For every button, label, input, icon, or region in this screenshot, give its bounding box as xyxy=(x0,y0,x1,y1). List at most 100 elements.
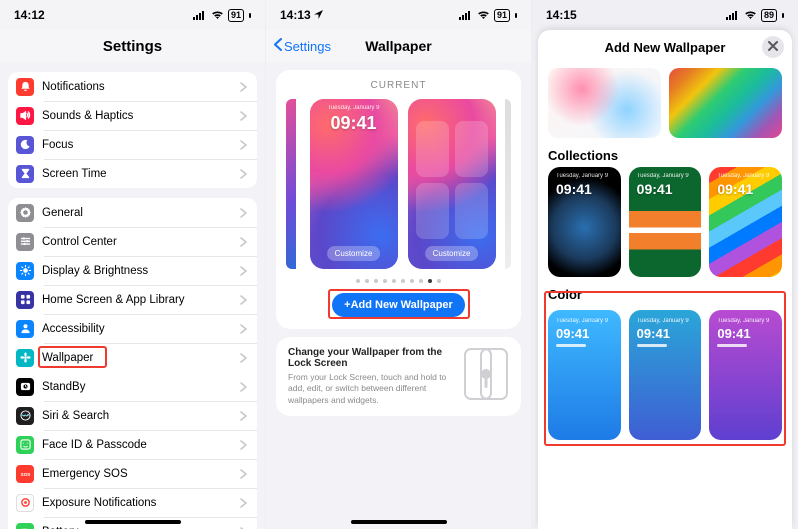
chevron-right-icon xyxy=(240,440,247,450)
top-thumbs-row xyxy=(538,68,792,138)
row-label: Exposure Notifications xyxy=(42,497,232,509)
row-label: Emergency SOS xyxy=(42,468,232,480)
color-magenta-purple[interactable]: Tuesday, January 9 09:41 xyxy=(709,310,782,440)
settings-group-2: GeneralControl Center Display & Brightnes… xyxy=(8,198,257,529)
add-wallpaper-sheet: Add New Wallpaper Collections Tuesday, J… xyxy=(538,30,792,529)
chevron-right-icon xyxy=(240,237,247,247)
gear-icon xyxy=(16,204,34,222)
thumb-date: Tuesday, January 9 xyxy=(717,173,769,179)
tip-body: From your Lock Screen, touch and hold to… xyxy=(288,372,453,406)
thumb-date: Tuesday, January 9 xyxy=(637,173,689,179)
color-cyan-indigo[interactable]: Tuesday, January 9 09:41 xyxy=(629,310,702,440)
settings-row-control-center[interactable]: Control Center xyxy=(8,227,257,256)
settings-row-accessibility[interactable]: Accessibility xyxy=(8,314,257,343)
chevron-right-icon xyxy=(240,266,247,276)
wallpaper-thumb-rainbow[interactable] xyxy=(669,68,782,138)
collections-label: Collections xyxy=(548,148,782,163)
prev-wallpaper-sliver[interactable] xyxy=(286,99,296,269)
nav-bar: Settings Wallpaper xyxy=(266,30,531,62)
current-label: CURRENT xyxy=(288,80,509,91)
settings-group-1: Notifications Sounds & Haptics Focus Screen… xyxy=(8,72,257,188)
nav-title: Settings xyxy=(0,30,265,62)
customize-button-lock[interactable]: Customize xyxy=(327,246,381,261)
collection-earth[interactable]: Tuesday, January 9 09:41 xyxy=(548,167,621,277)
chevron-right-icon xyxy=(240,295,247,305)
battery-icon: 91 xyxy=(494,9,510,22)
faceid-icon xyxy=(16,436,34,454)
add-new-wallpaper-button[interactable]: +Add New Wallpaper xyxy=(332,293,465,317)
row-label: Notifications xyxy=(42,81,232,93)
thumb-time: 09:41 xyxy=(637,326,670,341)
wallpaper-preview-pair[interactable]: Tuesday, January 9 09:41 Customize Custo… xyxy=(288,99,509,269)
widget-placeholder-icon xyxy=(556,344,586,347)
exposure-icon xyxy=(16,494,34,512)
status-indicators: 91 xyxy=(193,9,251,22)
color-row[interactable]: Tuesday, January 9 09:41 Tuesday, Januar… xyxy=(538,306,792,450)
status-indicators: 91 xyxy=(459,9,517,22)
settings-row-home-screen-app-library[interactable]: Home Screen & App Library xyxy=(8,285,257,314)
settings-row-notifications[interactable]: Notifications xyxy=(8,72,257,101)
collection-clownfish[interactable]: Tuesday, January 9 09:41 xyxy=(629,167,702,277)
lockscreen-preview[interactable]: Tuesday, January 9 09:41 Customize xyxy=(310,99,398,269)
chevron-right-icon xyxy=(240,498,247,508)
sliders-icon xyxy=(16,233,34,251)
settings-row-wallpaper[interactable]: Wallpaper xyxy=(8,343,257,372)
screen-wallpaper: 14:13 91 Settings Wallpaper CURRENT xyxy=(266,0,532,529)
settings-row-emergency-sos[interactable]: SOS Emergency SOS xyxy=(8,459,257,488)
wallpaper-thumb-abstract[interactable] xyxy=(548,68,661,138)
battery-icon: 91 xyxy=(228,9,244,22)
screen-settings: 14:12 91 Settings Notifications Sounds & … xyxy=(0,0,266,529)
home-indicator[interactable] xyxy=(85,520,181,524)
next-wallpaper-sliver[interactable] xyxy=(505,99,511,269)
settings-row-general[interactable]: General xyxy=(8,198,257,227)
tip-illustration-icon xyxy=(463,347,509,401)
status-bar: 14:13 91 xyxy=(266,0,531,30)
row-label: Battery xyxy=(42,526,232,529)
thumb-date: Tuesday, January 9 xyxy=(556,173,608,179)
status-time: 14:12 xyxy=(14,8,45,22)
home-indicator[interactable] xyxy=(351,520,447,524)
tip-title: Change your Wallpaper from the Lock Scre… xyxy=(288,347,453,369)
thumb-time: 09:41 xyxy=(637,181,673,197)
homescreen-preview[interactable]: Customize xyxy=(408,99,496,269)
page-title: Wallpaper xyxy=(365,38,431,54)
collection-stripes[interactable]: Tuesday, January 9 09:41 xyxy=(709,167,782,277)
back-button[interactable]: Settings xyxy=(274,38,331,54)
settings-row-display-brightness[interactable]: Display & Brightness xyxy=(8,256,257,285)
siri-icon xyxy=(16,407,34,425)
settings-row-focus[interactable]: Focus xyxy=(8,130,257,159)
row-label: Accessibility xyxy=(42,323,232,335)
row-label: Display & Brightness xyxy=(42,265,232,277)
row-label: Sounds & Haptics xyxy=(42,110,232,122)
chevron-right-icon xyxy=(240,208,247,218)
thumb-date: Tuesday, January 9 xyxy=(556,318,608,324)
battery-icon xyxy=(16,523,34,529)
status-bar: 14:15 89 xyxy=(532,0,798,30)
thumb-date: Tuesday, January 9 xyxy=(717,318,769,324)
collections-row[interactable]: Tuesday, January 9 09:41 Tuesday, Januar… xyxy=(538,167,792,277)
chevron-right-icon xyxy=(240,140,247,150)
settings-row-screen-time[interactable]: Screen Time xyxy=(8,159,257,188)
row-label: StandBy xyxy=(42,381,232,393)
row-label: Screen Time xyxy=(42,168,232,180)
close-button[interactable] xyxy=(762,36,784,58)
color-sky-blue[interactable]: Tuesday, January 9 09:41 xyxy=(548,310,621,440)
settings-row-exposure-notifications[interactable]: Exposure Notifications xyxy=(8,488,257,517)
customize-button-home[interactable]: Customize xyxy=(425,246,479,261)
chevron-right-icon xyxy=(240,169,247,179)
widget-placeholder-icon xyxy=(637,344,667,347)
battery-icon: 89 xyxy=(761,9,777,22)
settings-row-siri-search[interactable]: Siri & Search xyxy=(8,401,257,430)
settings-row-standby[interactable]: StandBy xyxy=(8,372,257,401)
chevron-right-icon xyxy=(240,324,247,334)
chevron-left-icon xyxy=(274,38,282,54)
settings-row-face-id-passcode[interactable]: Face ID & Passcode xyxy=(8,430,257,459)
location-icon xyxy=(314,8,323,22)
lockscreen-tip-card: Change your Wallpaper from the Lock Scre… xyxy=(276,337,521,416)
sos-icon: SOS xyxy=(16,465,34,483)
settings-row-sounds-haptics[interactable]: Sounds & Haptics xyxy=(8,101,257,130)
wifi-icon xyxy=(744,10,757,20)
screen-add-wallpaper: 14:15 89 Add New Wallpaper Collections xyxy=(532,0,798,529)
bell-icon xyxy=(16,78,34,96)
chevron-right-icon xyxy=(240,382,247,392)
